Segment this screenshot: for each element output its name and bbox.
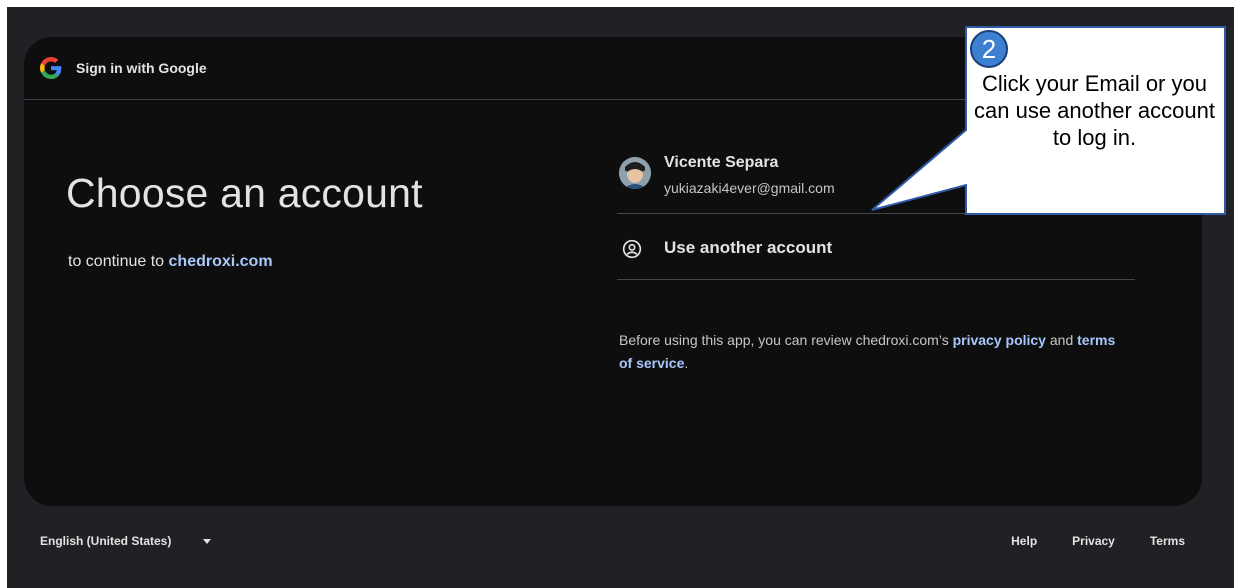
terms-link[interactable]: Terms [1150,534,1185,548]
use-another-account-label: Use another account [664,238,833,257]
privacy-link[interactable]: Privacy [1072,534,1115,548]
account-circle-icon [622,239,642,259]
continue-to-text: to continue to chedroxi.com [68,253,273,271]
step-number-badge: 2 [970,30,1008,68]
policy-prefix: Before using this app, you can review ch… [619,332,953,348]
use-another-account-button[interactable]: Use another account [617,215,1135,280]
policy-middle: and [1045,332,1078,348]
avatar [619,157,651,189]
account-email: yukiazaki4ever@gmail.com [664,180,835,196]
google-g-icon [40,57,62,79]
header-title: Sign in with Google [76,60,207,76]
policy-suffix: . [684,355,689,371]
page-title: Choose an account [66,170,423,216]
language-selector[interactable]: English (United States) [40,534,212,548]
callout-text: Click your Email or you can use another … [974,71,1215,150]
privacy-policy-link[interactable]: privacy policy [953,332,1046,348]
account-item[interactable]: Vicente Separa yukiazaki4ever@gmail.com [617,144,1135,214]
footer-links: Help Privacy Terms [1011,534,1185,548]
continue-to-prefix: to continue to [68,253,169,270]
footer: English (United States) Help Privacy Ter… [24,516,1202,566]
chevron-down-icon [203,538,212,544]
avatar-photo-icon [619,157,651,189]
site-link[interactable]: chedroxi.com [169,253,273,270]
help-link[interactable]: Help [1011,534,1037,548]
language-label: English (United States) [40,534,172,548]
policy-text: Before using this app, you can review ch… [619,329,1119,375]
account-name: Vicente Separa [664,154,779,171]
